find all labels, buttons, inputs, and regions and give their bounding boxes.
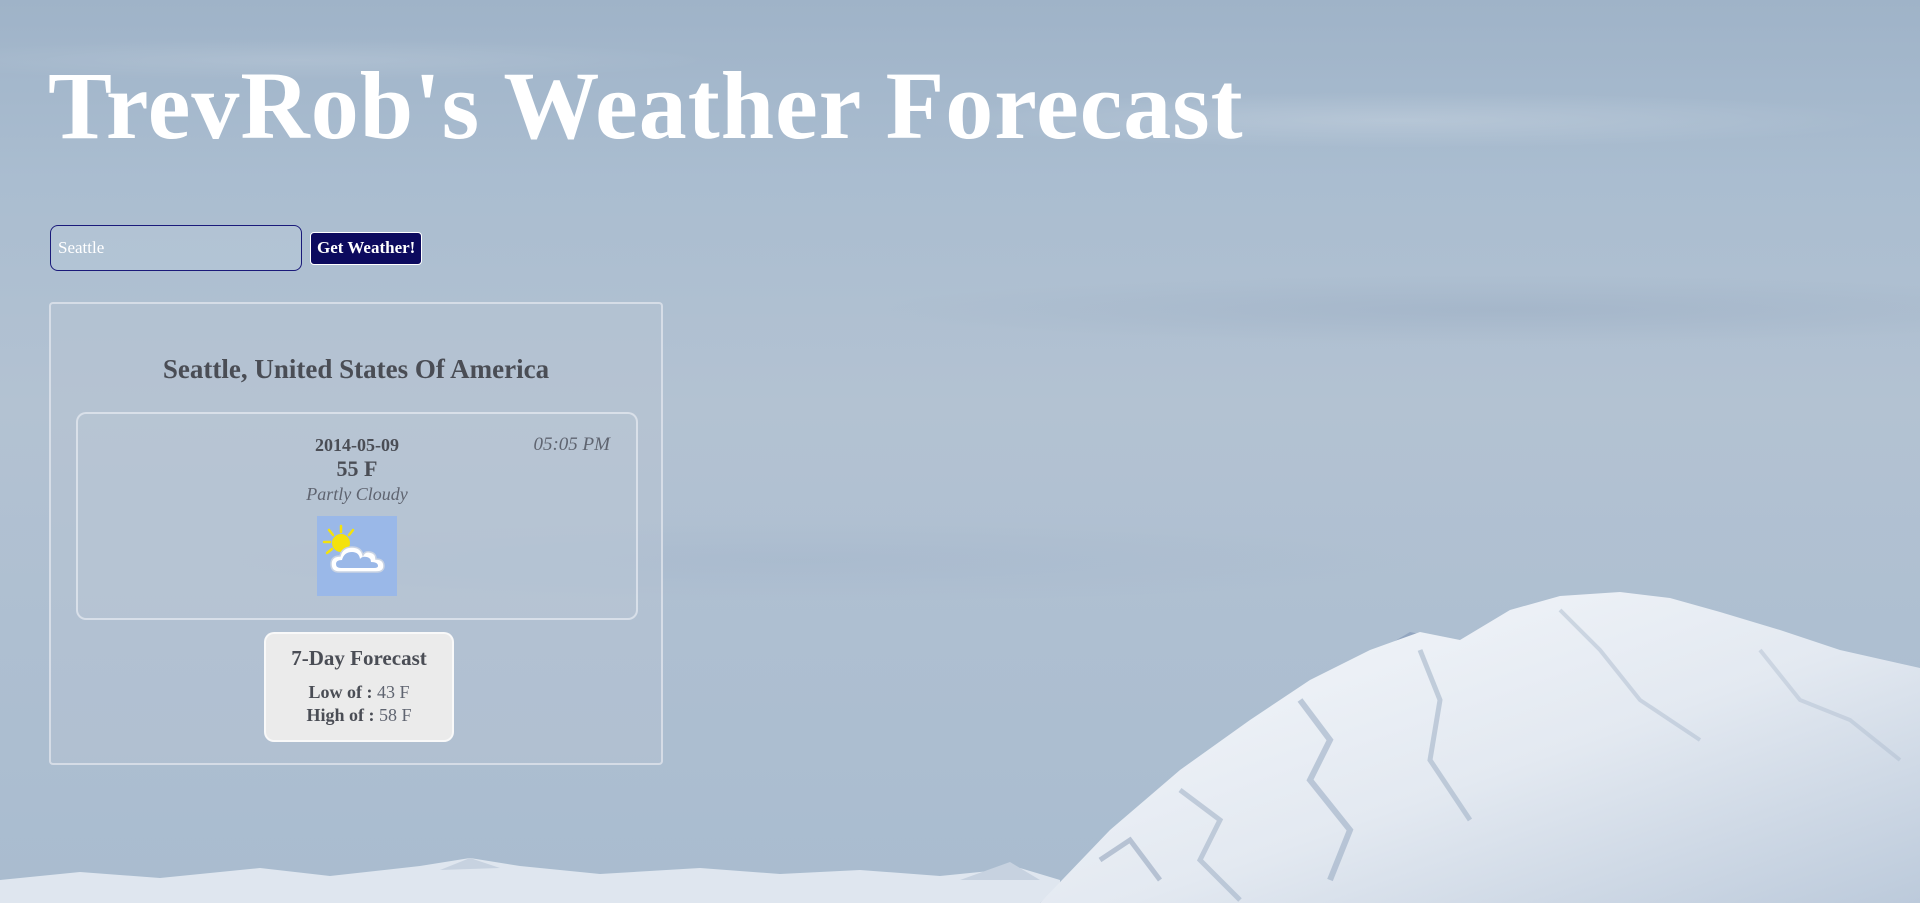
get-weather-button[interactable]: Get Weather! bbox=[310, 231, 423, 265]
forecast-high: High of : 58 F bbox=[266, 704, 452, 727]
site-title: TrevRob's Weather Forecast bbox=[48, 52, 1244, 159]
location-title: Seattle, United States Of America bbox=[162, 354, 550, 384]
search-bar: Get Weather! bbox=[50, 225, 423, 271]
current-conditions-card: 05:05 PM 2014-05-09 55 F Partly Cloudy bbox=[76, 412, 638, 620]
forecast-high-value: 58 F bbox=[379, 705, 412, 725]
forecast-low: Low of : 43 F bbox=[266, 681, 452, 704]
forecast-low-value: 43 F bbox=[376, 682, 410, 702]
partly-cloudy-icon bbox=[317, 516, 397, 596]
forecast-title: 7-Day Forecast bbox=[291, 646, 427, 670]
observation-date: 2014-05-09 bbox=[315, 435, 399, 455]
current-conditions-summary: 2014-05-09 55 F Partly Cloudy bbox=[78, 434, 636, 596]
weather-condition: Partly Cloudy bbox=[306, 484, 408, 504]
city-search-input[interactable] bbox=[50, 225, 302, 271]
weather-result-panel: Seattle, United States Of America 05:05 … bbox=[49, 302, 663, 765]
seven-day-forecast-card: 7-Day Forecast Low of : 43 F High of : 5… bbox=[264, 632, 454, 742]
current-temperature: 55 F bbox=[336, 456, 378, 481]
forecast-high-label: High of : bbox=[306, 705, 375, 725]
forecast-low-label: Low of : bbox=[308, 682, 373, 702]
